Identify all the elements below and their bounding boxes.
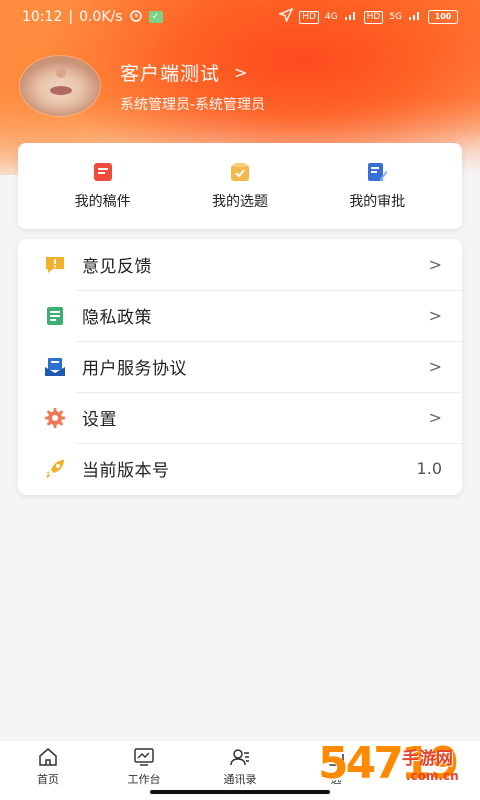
status-divider: |: [68, 9, 74, 25]
signal-icon-1: [344, 9, 358, 25]
menu-item-settings[interactable]: 设置 >: [18, 392, 462, 443]
home-indicator: [150, 790, 330, 794]
settings-menu: 意见反馈 > 隐私政策 > 用户服务协议 > 设置 > 当前版本号 1.0: [18, 239, 462, 495]
menu-item-user-agreement[interactable]: 用户服务协议 >: [18, 341, 462, 392]
app-notification-icon: ✓: [148, 11, 163, 23]
menu-item-feedback[interactable]: 意见反馈 >: [18, 239, 462, 290]
contacts-icon: [230, 749, 249, 766]
nav-label: 首页: [37, 773, 59, 786]
status-time: 10:12: [22, 9, 63, 25]
watermark-logo: 54719 手游网 .com.cn: [318, 736, 480, 800]
quick-action-approvals[interactable]: 我的审批: [322, 161, 432, 211]
workbench-icon: [134, 748, 154, 766]
network-5g: 5G: [389, 12, 402, 22]
avatar-nose: [56, 68, 66, 78]
version-value: 1.0: [416, 459, 442, 478]
chevron-right-icon: >: [428, 408, 442, 427]
profile-role: 系统管理员-系统管理员: [120, 96, 266, 113]
avatar-lips: [50, 86, 72, 95]
profile-name: 客户端测试: [120, 62, 221, 85]
location-arrow-icon: [278, 7, 294, 26]
chevron-right-icon: >: [428, 255, 442, 274]
nav-tab-home[interactable]: 首页: [0, 747, 96, 800]
quick-action-label: 我的审批: [349, 194, 406, 210]
menu-item-label: 隐私政策: [82, 308, 152, 328]
battery-icon: 100: [428, 10, 458, 24]
chevron-right-icon: >: [234, 62, 249, 82]
rocket-icon: [46, 459, 64, 478]
quick-action-label: 我的选题: [211, 194, 268, 210]
hd-badge-2: HD: [363, 10, 384, 24]
nav-label: 工作台: [127, 773, 161, 786]
quick-actions-card: 我的稿件 我的选题 我的审批: [18, 143, 462, 229]
menu-item-version[interactable]: 当前版本号 1.0: [18, 443, 462, 494]
watermark-url: .com.cn: [406, 769, 459, 783]
signal-icon-2: [408, 9, 422, 25]
quick-action-topics[interactable]: 我的选题: [185, 161, 295, 211]
home-icon: [39, 748, 57, 766]
hd-badge-1: HD: [299, 10, 319, 24]
privacy-doc-icon: [47, 306, 63, 325]
menu-item-privacy[interactable]: 隐私政策 >: [18, 290, 462, 341]
status-right: HD 4G HD 5G 100: [278, 7, 458, 26]
menu-item-label: 当前版本号: [82, 461, 170, 481]
profile-text: 客户端测试 > 系统管理员-系统管理员: [120, 59, 265, 114]
quick-action-label: 我的稿件: [74, 194, 131, 210]
nav-label: 通讯录: [223, 773, 257, 786]
topic-check-icon: [230, 163, 249, 181]
status-bar: 10:12 | 0.0K/s ✓ HD 4G HD 5G 100: [0, 0, 480, 34]
gear-icon: [45, 407, 65, 428]
profile-header[interactable]: 客户端测试 > 系统管理员-系统管理员: [20, 55, 265, 117]
menu-item-label: 设置: [82, 410, 117, 430]
approval-edit-icon: [368, 163, 388, 181]
status-speed: 0.0K/s: [79, 9, 123, 25]
chevron-right-icon: >: [428, 306, 442, 325]
chevron-right-icon: >: [428, 357, 442, 376]
profile-name-row[interactable]: 客户端测试 >: [120, 59, 265, 86]
quick-action-manuscripts[interactable]: 我的稿件: [48, 161, 158, 211]
network-4g: 4G: [324, 12, 338, 22]
feedback-icon: [46, 256, 64, 273]
alarm-icon: [129, 8, 143, 26]
avatar[interactable]: [20, 56, 100, 116]
menu-item-label: 意见反馈: [82, 257, 152, 277]
watermark-text: 手游网: [402, 749, 453, 769]
status-left: 10:12 | 0.0K/s ✓: [22, 8, 163, 26]
document-icon: [93, 163, 112, 181]
agreement-icon: [45, 357, 65, 376]
menu-item-label: 用户服务协议: [82, 359, 187, 379]
